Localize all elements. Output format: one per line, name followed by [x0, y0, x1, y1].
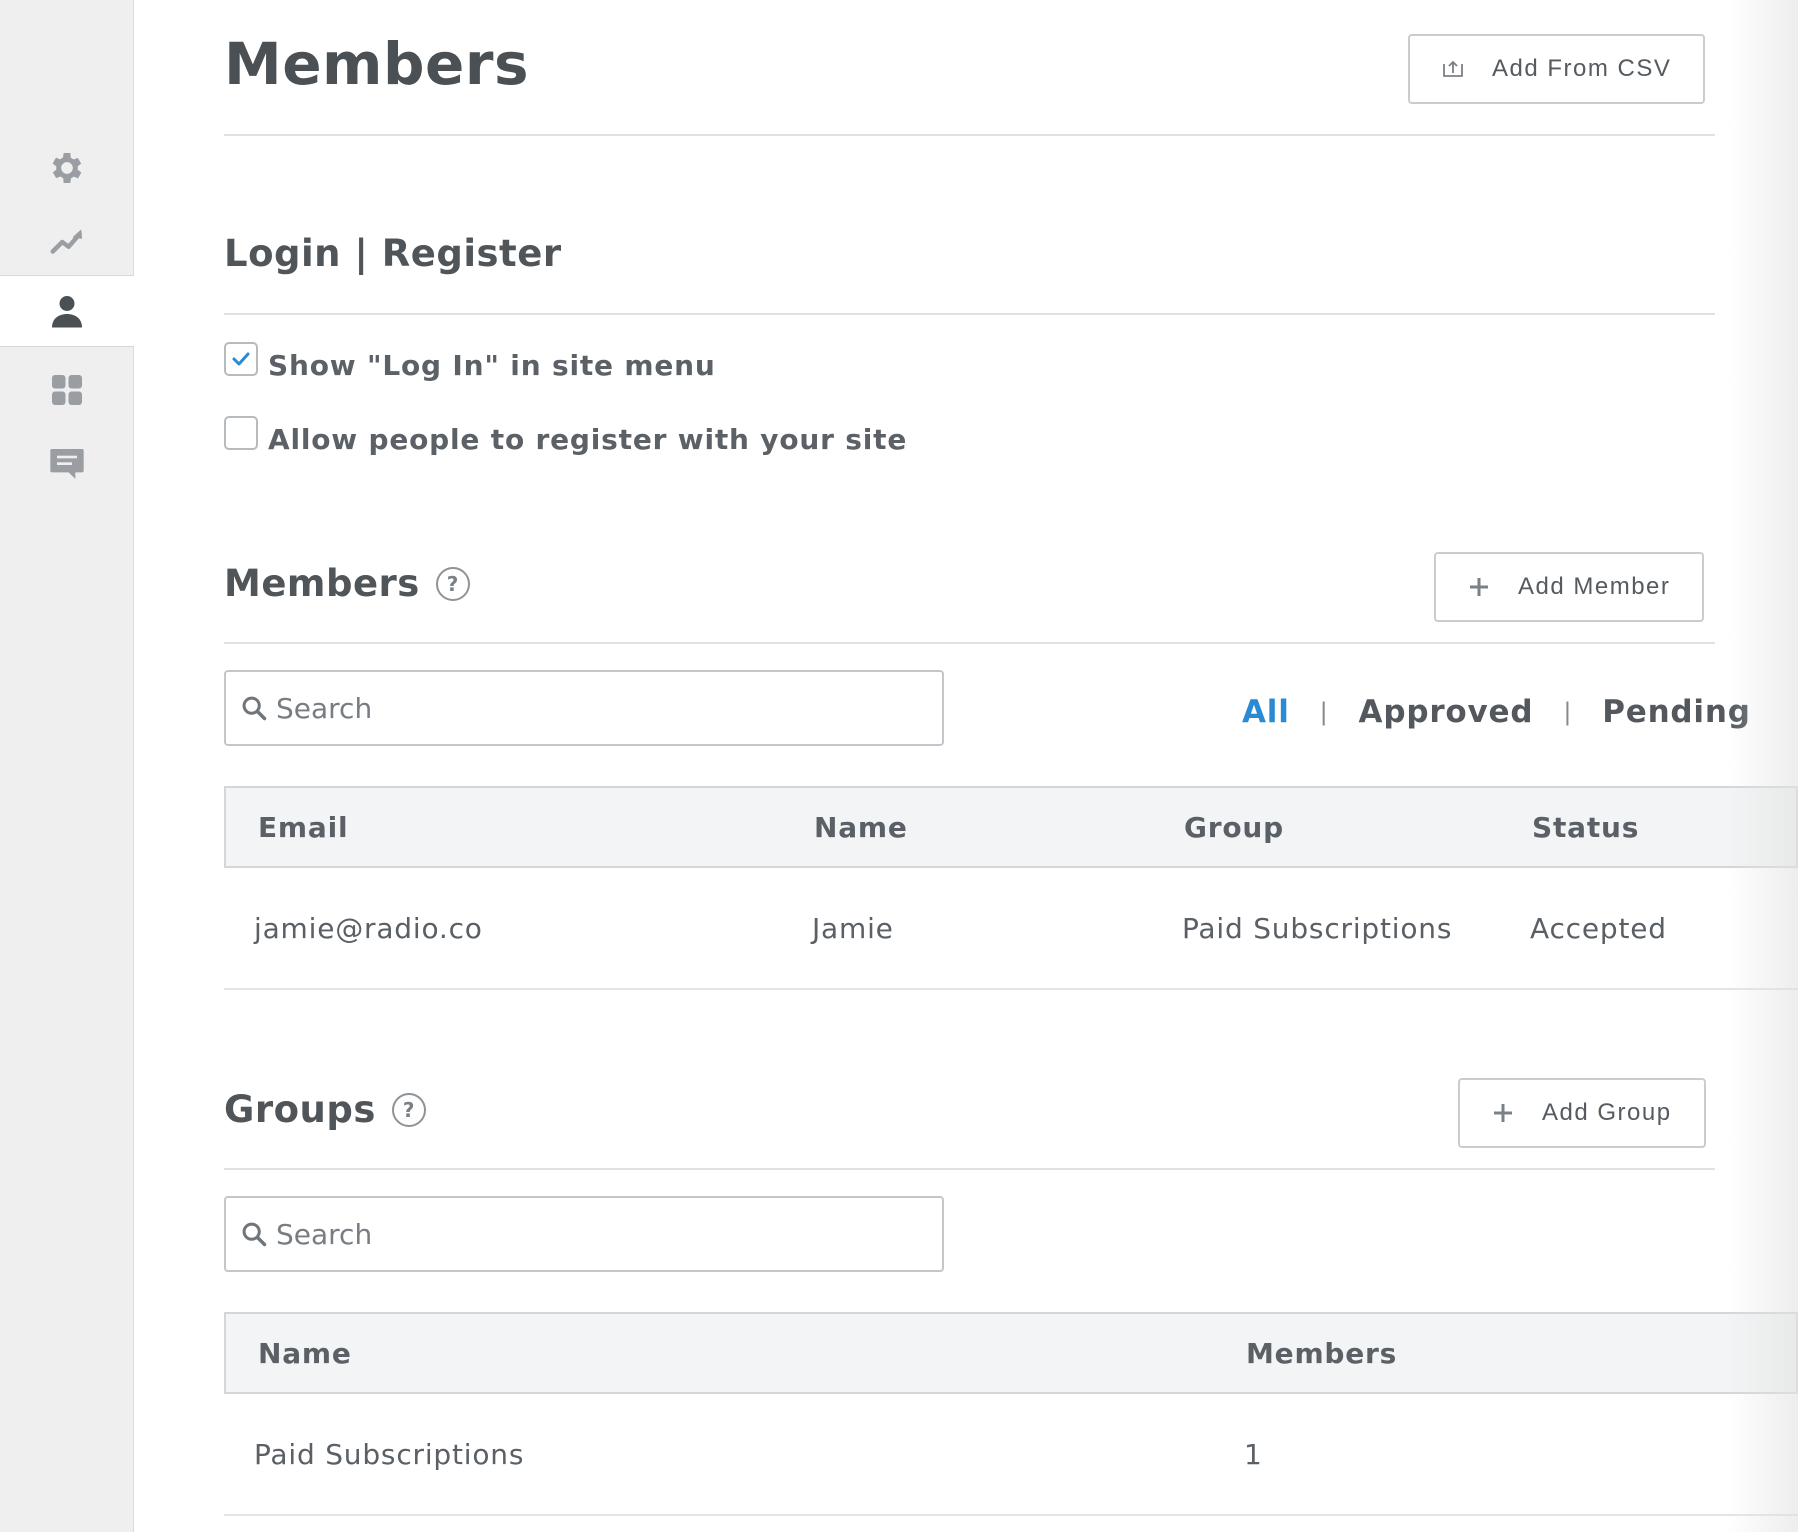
- page-header: Members Add From CSV: [224, 0, 1715, 136]
- filter-all[interactable]: All: [1242, 694, 1290, 730]
- person-icon: [52, 296, 82, 328]
- divider: [224, 1168, 1715, 1170]
- show-login-label: Show "Log In" in site menu: [268, 348, 716, 382]
- members-search-box[interactable]: [224, 670, 944, 746]
- divider: [224, 642, 1715, 644]
- upload-icon: [1442, 60, 1464, 78]
- gear-icon: [52, 153, 81, 183]
- sidebar: [0, 0, 134, 1532]
- scroll-shadow: [1728, 0, 1798, 1532]
- search-icon: [242, 696, 267, 721]
- groups-section-label: Groups: [224, 1088, 376, 1131]
- column-header-email[interactable]: Email: [258, 811, 348, 844]
- groups-table: Name Members Paid Subscriptions 1: [224, 1312, 1798, 1516]
- groups-section-title: Groups ?: [224, 1088, 426, 1131]
- cell-name: Jamie: [812, 911, 894, 945]
- divider: [224, 313, 1715, 315]
- show-login-checkbox[interactable]: [224, 342, 258, 376]
- search-icon: [242, 1222, 267, 1247]
- sidebar-item-settings[interactable]: [0, 132, 133, 204]
- groups-search-input[interactable]: [276, 1217, 916, 1251]
- column-header-name[interactable]: Name: [814, 811, 908, 844]
- help-icon[interactable]: ?: [435, 566, 470, 601]
- sidebar-item-members[interactable]: [0, 275, 134, 347]
- column-header-group[interactable]: Group: [1184, 811, 1284, 844]
- add-group-label: Add Group: [1542, 1099, 1672, 1126]
- filter-pending[interactable]: Pending: [1602, 694, 1751, 730]
- sidebar-item-apps[interactable]: [0, 354, 133, 426]
- members-section-label: Members: [224, 562, 420, 605]
- plus-icon: [1492, 1102, 1514, 1124]
- sidebar-item-comments[interactable]: [0, 428, 133, 500]
- table-row[interactable]: Paid Subscriptions 1: [224, 1394, 1798, 1516]
- allow-register-label: Allow people to register with your site: [268, 422, 908, 456]
- table-row[interactable]: jamie@radio.co Jamie Paid Subscriptions …: [224, 868, 1798, 990]
- filter-separator: |: [1563, 698, 1573, 726]
- checkmark-icon: [232, 352, 250, 366]
- column-header-name[interactable]: Name: [258, 1337, 352, 1370]
- members-search-input[interactable]: [276, 691, 916, 725]
- add-from-csv-label: Add From CSV: [1492, 55, 1672, 82]
- chat-icon: [49, 449, 84, 479]
- add-member-label: Add Member: [1518, 573, 1671, 600]
- page-title: Members: [224, 30, 529, 98]
- help-icon[interactable]: ?: [391, 1092, 426, 1127]
- grid-icon: [51, 375, 82, 405]
- add-from-csv-button[interactable]: Add From CSV: [1408, 34, 1706, 104]
- members-table: Email Name Group Status jamie@radio.co J…: [224, 786, 1798, 990]
- allow-register-option[interactable]: Allow people to register with your site: [224, 416, 908, 456]
- login-register-title: Login | Register: [224, 232, 562, 275]
- cell-group-name: Paid Subscriptions: [254, 1437, 525, 1471]
- plus-icon: [1468, 576, 1490, 598]
- filter-approved[interactable]: Approved: [1359, 694, 1534, 730]
- sidebar-item-analytics[interactable]: [0, 206, 133, 278]
- column-header-members[interactable]: Members: [1246, 1337, 1397, 1370]
- groups-search-box[interactable]: [224, 1196, 944, 1272]
- members-section-title: Members ?: [224, 562, 470, 605]
- trending-up-icon: [50, 229, 82, 254]
- column-header-status[interactable]: Status: [1532, 811, 1639, 844]
- add-member-button[interactable]: Add Member: [1434, 552, 1705, 622]
- add-group-button[interactable]: Add Group: [1458, 1078, 1706, 1148]
- member-filters: All | Approved | Pending: [1242, 694, 1751, 730]
- cell-status: Accepted: [1530, 911, 1667, 945]
- cell-group: Paid Subscriptions: [1182, 911, 1453, 945]
- filter-separator: |: [1319, 698, 1329, 726]
- cell-member-count: 1: [1244, 1437, 1263, 1471]
- groups-table-header: Name Members: [224, 1312, 1798, 1394]
- members-table-header: Email Name Group Status: [224, 786, 1798, 868]
- allow-register-checkbox[interactable]: [224, 416, 258, 450]
- show-login-option[interactable]: Show "Log In" in site menu: [224, 342, 716, 382]
- cell-email: jamie@radio.co: [254, 911, 483, 945]
